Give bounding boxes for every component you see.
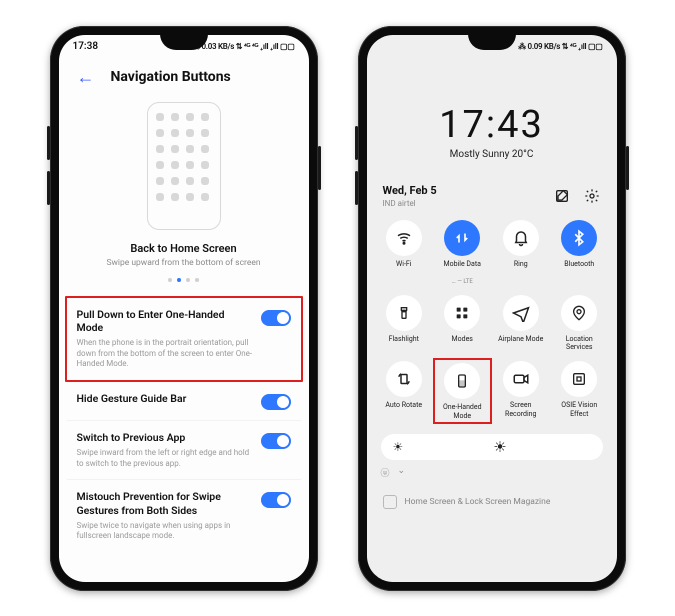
panel-date: Wed, Feb 5 [383, 184, 437, 197]
data-icon [453, 229, 471, 247]
setting-desc: Swipe twice to navigate when using apps … [77, 521, 253, 543]
page-title: Navigation Buttons [111, 69, 231, 85]
panel-footer: ⓤ ⌄ [367, 460, 617, 485]
setting-title: Hide Gesture Guide Bar [77, 392, 253, 406]
bluetooth-icon [570, 229, 588, 247]
tile-mobile-data[interactable]: Mobile Data … — LTE [435, 220, 490, 285]
settings-gear-icon[interactable] [583, 187, 601, 205]
pager-dots[interactable] [168, 278, 199, 282]
tile-label: Mobile Data [444, 260, 481, 276]
phone-frame-left: 17:38 ⁂ 0.03 KB/s ⇅ ⁴ᴳ ⁴ᴳ ₊ıll ₊ıll ▢▢ ←… [50, 26, 318, 591]
tile-one-handed[interactable]: One-Handed Mode [437, 363, 488, 420]
quick-tiles-grid: Wi-Fi Mobile Data … — LTE Ring Bluetooth… [367, 212, 617, 423]
setting-desc: Swipe inward from the left or right edge… [77, 448, 253, 470]
preview-subtitle: Swipe upward from the bottom of screen [106, 258, 260, 268]
highlight-one-handed-tile: One-Handed Mode [433, 358, 492, 424]
tile-label: Auto Rotate [385, 401, 422, 417]
status-time: 17:38 [73, 41, 99, 52]
one-handed-icon [454, 373, 470, 389]
brightness-high-icon: ☀ [493, 438, 506, 456]
tile-wifi[interactable]: Wi-Fi [377, 220, 432, 285]
setting-one-handed[interactable]: Pull Down to Enter One-Handed Mode When … [67, 298, 301, 381]
user-icon[interactable]: ⓤ [381, 466, 390, 479]
tile-bluetooth[interactable]: Bluetooth [552, 220, 607, 285]
tile-sub: … — LTE [452, 278, 473, 285]
preview-phone-graphic [147, 102, 221, 230]
airplane-icon [512, 304, 530, 322]
highlight-one-handed-setting: Pull Down to Enter One-Handed Mode When … [65, 296, 303, 383]
brightness-slider[interactable]: ☀ ☀ [381, 434, 603, 460]
tile-auto-rotate[interactable]: Auto Rotate [377, 361, 432, 422]
clock-block: 17:43 Mostly Sunny 20°C [367, 103, 617, 160]
background-item: Home Screen & Lock Screen Magazine [375, 489, 609, 515]
status-indicators: ⁂ 0.09 KB/s ⇅ ⁴ᴳ ₊ıll ▢▢ [518, 42, 602, 51]
record-icon [512, 370, 530, 388]
screen-quick-panel: ⁂ 0.09 KB/s ⇅ ⁴ᴳ ₊ıll ▢▢ 17:43 Mostly Su… [367, 35, 617, 582]
toggle-guide-bar[interactable] [261, 394, 291, 410]
tile-label: One-Handed Mode [437, 403, 488, 420]
toggle-mistouch[interactable] [261, 492, 291, 508]
tile-label: Airplane Mode [498, 335, 543, 351]
setting-title: Switch to Previous App [77, 431, 253, 445]
setting-switch-prev-app[interactable]: Switch to Previous App Swipe inward from… [67, 420, 301, 479]
tile-label: Flashlight [389, 335, 419, 351]
panel-header: Wed, Feb 5 IND airtel [367, 160, 617, 212]
status-indicators: ⁂ 0.03 KB/s ⇅ ⁴ᴳ ⁴ᴳ ₊ıll ₊ıll ▢▢ [192, 42, 294, 51]
tile-osie[interactable]: OSIE Vision Effect [552, 361, 607, 422]
tile-label: Ring [514, 260, 528, 276]
tile-modes[interactable]: Modes [435, 295, 490, 352]
brightness-low-icon: ☀ [393, 440, 404, 454]
tile-label: Wi-Fi [396, 260, 411, 276]
setting-desc: When the phone is in the portrait orient… [77, 338, 253, 370]
weather-text: Mostly Sunny 20°C [367, 149, 617, 160]
phone-frame-right: ⁂ 0.09 KB/s ⇅ ⁴ᴳ ₊ıll ▢▢ 17:43 Mostly Su… [358, 26, 626, 591]
gesture-preview: Back to Home Screen Swipe upward from th… [59, 98, 309, 292]
flashlight-icon [396, 305, 412, 321]
panel-carrier: IND airtel [383, 199, 437, 208]
tile-label: Screen Recording [494, 401, 549, 418]
tile-screen-recording[interactable]: Screen Recording [494, 361, 549, 422]
osie-icon [571, 371, 587, 387]
tile-ring[interactable]: Ring [494, 220, 549, 285]
bell-icon [512, 229, 530, 247]
tile-airplane[interactable]: Airplane Mode [494, 295, 549, 352]
setting-title: Mistouch Prevention for Swipe Gestures f… [77, 490, 253, 517]
location-icon [571, 305, 587, 321]
page-header: ← Navigation Buttons [59, 59, 309, 98]
tile-location[interactable]: Location Services [552, 295, 607, 352]
tile-label: Modes [452, 335, 473, 351]
rotate-icon [395, 370, 413, 388]
wifi-icon [395, 229, 413, 247]
tile-label: Bluetooth [564, 260, 594, 276]
preview-title: Back to Home Screen [130, 242, 236, 255]
lock-time: 17:43 [367, 103, 617, 147]
toggle-prev-app[interactable] [261, 433, 291, 449]
setting-hide-guide-bar[interactable]: Hide Gesture Guide Bar [67, 382, 301, 420]
back-icon[interactable]: ← [77, 67, 95, 88]
modes-icon [454, 305, 470, 321]
tile-flashlight[interactable]: Flashlight [377, 295, 432, 352]
screen-settings: 17:38 ⁂ 0.03 KB/s ⇅ ⁴ᴳ ⁴ᴳ ₊ıll ₊ıll ▢▢ ←… [59, 35, 309, 582]
tile-label: OSIE Vision Effect [552, 401, 607, 418]
setting-mistouch-prevention[interactable]: Mistouch Prevention for Swipe Gestures f… [67, 479, 301, 552]
toggle-one-handed[interactable] [261, 310, 291, 326]
tile-label: Location Services [552, 335, 607, 352]
background-label: Home Screen & Lock Screen Magazine [405, 497, 551, 507]
setting-title: Pull Down to Enter One-Handed Mode [77, 308, 253, 335]
thumbnail-icon [383, 495, 397, 509]
edit-icon[interactable] [553, 187, 571, 205]
chevron-down-icon[interactable]: ⌄ [398, 466, 406, 479]
